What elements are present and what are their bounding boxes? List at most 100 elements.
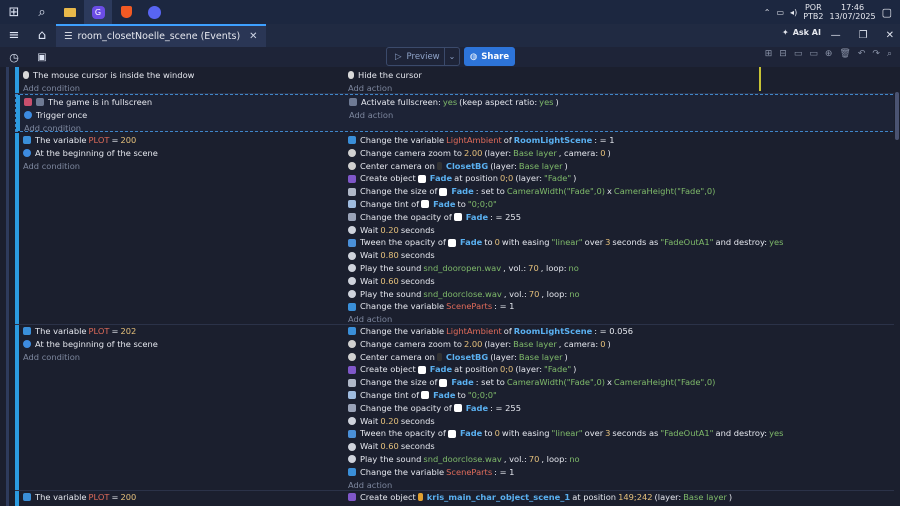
add-action-link[interactable]: Add action: [349, 109, 559, 122]
minimize-icon[interactable]: —: [831, 30, 841, 41]
event-3[interactable]: The variable PLOT = 200 At the beginning…: [15, 133, 898, 325]
brave-browser-icon[interactable]: [112, 0, 140, 24]
comment-icon[interactable]: ▭: [794, 49, 803, 59]
selection-marker: [759, 67, 761, 91]
event-tools: ⊞ ⊟ ▭ ▭ ⊕ 🗑 ↶ ↷ ⌕: [765, 49, 892, 59]
add-condition-link[interactable]: Add condition: [23, 160, 158, 173]
add-subevent-icon[interactable]: ⊟: [779, 49, 787, 59]
add-action-link[interactable]: Add action: [348, 82, 422, 95]
search-icon[interactable]: ⌕: [28, 0, 56, 24]
action-row[interactable]: Change the size of Fade: set to CameraWi…: [348, 376, 783, 389]
action-row[interactable]: Center camera on ClosetBG (layer: Base l…: [348, 160, 783, 173]
ask-ai-button[interactable]: ✦ Ask AI: [782, 28, 821, 37]
close-window-icon[interactable]: ✕: [886, 30, 894, 41]
home-icon[interactable]: ⌂: [28, 24, 56, 48]
project-manager-icon[interactable]: ◷: [0, 45, 28, 69]
add-action-link[interactable]: Add action: [348, 479, 783, 492]
scene-icon: [23, 149, 31, 158]
add-condition-link[interactable]: Add condition: [23, 351, 158, 364]
action-row[interactable]: Create object Fade at position 0;0 (laye…: [348, 363, 783, 376]
action-row[interactable]: Change tint of Fade to "0;0;0": [348, 198, 783, 211]
scrollbar-thumb[interactable]: [895, 92, 899, 140]
condition-row[interactable]: The variable PLOT = 200: [23, 134, 158, 147]
action-row[interactable]: Wait 0.60 seconds: [348, 440, 783, 453]
action-row[interactable]: Wait 0.20 seconds: [348, 415, 783, 428]
volume-icon[interactable]: ◂): [790, 8, 797, 17]
redo-icon[interactable]: ↷: [872, 49, 880, 59]
condition-row[interactable]: At the beginning of the scene: [23, 147, 158, 160]
globe-icon: ◍: [469, 51, 478, 62]
preview-button[interactable]: ▷ Preview ⌄: [386, 47, 460, 66]
action-row[interactable]: Change the variable LightAmbient of Room…: [348, 134, 783, 147]
delete-icon[interactable]: 🗑: [839, 49, 850, 59]
mouse-icon: [348, 71, 354, 80]
condition-row[interactable]: The variable PLOT = 202: [23, 325, 158, 338]
action-row[interactable]: Change the variable LightAmbient of Room…: [348, 325, 783, 338]
action-row[interactable]: Center camera on ClosetBG (layer: Base l…: [348, 351, 783, 364]
event-1[interactable]: The mouse cursor is inside the window Ad…: [15, 67, 898, 94]
variable-icon: [348, 302, 356, 311]
event-5[interactable]: The variable PLOT = 200 Create object kr…: [15, 491, 898, 506]
action-row[interactable]: Wait 0.80 seconds: [348, 249, 783, 262]
camera-icon: [348, 340, 356, 349]
variable-icon: [23, 136, 31, 145]
share-button[interactable]: ◍ Share: [464, 47, 515, 66]
action-row[interactable]: Change camera zoom to 2.00 (layer: Base …: [348, 147, 783, 160]
hamburger-menu-icon[interactable]: ≡: [0, 24, 28, 48]
language-indicator[interactable]: POR PTB2: [803, 3, 823, 21]
chevron-up-icon[interactable]: ⌃: [764, 8, 771, 17]
camera-icon: [348, 352, 356, 361]
events-sheet: The mouse cursor is inside the window Ad…: [0, 67, 900, 506]
windows-start-icon[interactable]: ⊞: [0, 0, 28, 24]
condition-row[interactable]: The mouse cursor is inside the window: [23, 69, 194, 82]
event-4[interactable]: The variable PLOT = 202 At the beginning…: [15, 325, 898, 491]
actions: Activate fullscreen: yes (keep aspect ra…: [349, 96, 559, 122]
conditions: The mouse cursor is inside the window Ad…: [23, 69, 194, 95]
condition-row[interactable]: At the beginning of the scene: [23, 338, 158, 351]
action-row[interactable]: Change camera zoom to 2.00 (layer: Base …: [348, 338, 783, 351]
maximize-icon[interactable]: ❐: [859, 30, 868, 41]
action-row[interactable]: Activate fullscreen: yes (keep aspect ra…: [349, 96, 559, 109]
action-row[interactable]: Change the variable SceneParts: = 1: [348, 300, 783, 313]
action-row[interactable]: Tween the opacity of Fade to 0 with easi…: [348, 427, 783, 440]
action-row[interactable]: Change tint of Fade to "0;0;0": [348, 389, 783, 402]
condition-row[interactable]: Trigger once: [24, 109, 152, 122]
clock[interactable]: 17:46 13/07/2025: [829, 3, 875, 21]
action-row[interactable]: Play the sound snd_doorclose.wav, vol.: …: [348, 453, 783, 466]
fullscreen-icon: [24, 98, 32, 107]
comment-alt-icon[interactable]: ▭: [809, 49, 818, 59]
action-row[interactable]: Wait 0.20 seconds: [348, 224, 783, 237]
add-other-icon[interactable]: ⊕: [825, 49, 833, 59]
scene-properties-icon[interactable]: ▣: [28, 45, 56, 69]
action-row[interactable]: Create object Fade at position 0;0 (laye…: [348, 172, 783, 185]
action-row[interactable]: Change the opacity of Fade: = 255: [348, 211, 783, 224]
discord-icon[interactable]: [140, 0, 168, 24]
notifications-icon[interactable]: ▢: [882, 6, 892, 19]
close-tab-icon[interactable]: ✕: [249, 31, 257, 42]
add-condition-link[interactable]: Add condition: [23, 82, 194, 95]
search-events-icon[interactable]: ⌕: [887, 49, 892, 59]
event-2[interactable]: The game is in fullscreen Trigger once A…: [15, 94, 898, 133]
object-icon: [439, 378, 448, 387]
action-row[interactable]: Change the opacity of Fade: = 255: [348, 402, 783, 415]
chevron-down-icon[interactable]: ⌄: [444, 48, 459, 65]
file-explorer-icon[interactable]: [56, 0, 84, 24]
gdevelop-app-icon[interactable]: G: [84, 0, 112, 24]
condition-row[interactable]: The variable PLOT = 200: [23, 491, 136, 504]
action-row[interactable]: Tween the opacity of Fade to 0 with easi…: [348, 236, 783, 249]
add-event-icon[interactable]: ⊞: [765, 49, 773, 59]
variable-icon: [348, 327, 356, 336]
action-row[interactable]: Change the variable SceneParts: = 1: [348, 466, 783, 479]
action-row[interactable]: Wait 0.60 seconds: [348, 275, 783, 288]
create-object-icon: [348, 493, 356, 502]
network-icon[interactable]: ▭: [776, 8, 784, 17]
action-row[interactable]: Hide the cursor: [348, 69, 422, 82]
undo-icon[interactable]: ↶: [858, 49, 866, 59]
action-row[interactable]: Change the size of Fade: set to CameraWi…: [348, 185, 783, 198]
condition-row[interactable]: The game is in fullscreen: [24, 96, 152, 109]
action-row[interactable]: Play the sound snd_doorclose.wav, vol.: …: [348, 288, 783, 301]
action-row[interactable]: Create object kris_main_char_object_scen…: [348, 491, 732, 504]
tab-events[interactable]: ☰ room_closetNoelle_scene (Events) ✕: [56, 24, 266, 47]
action-row[interactable]: Play the sound snd_dooropen.wav, vol.: 7…: [348, 262, 783, 275]
vertical-scrollbar[interactable]: [894, 67, 900, 506]
